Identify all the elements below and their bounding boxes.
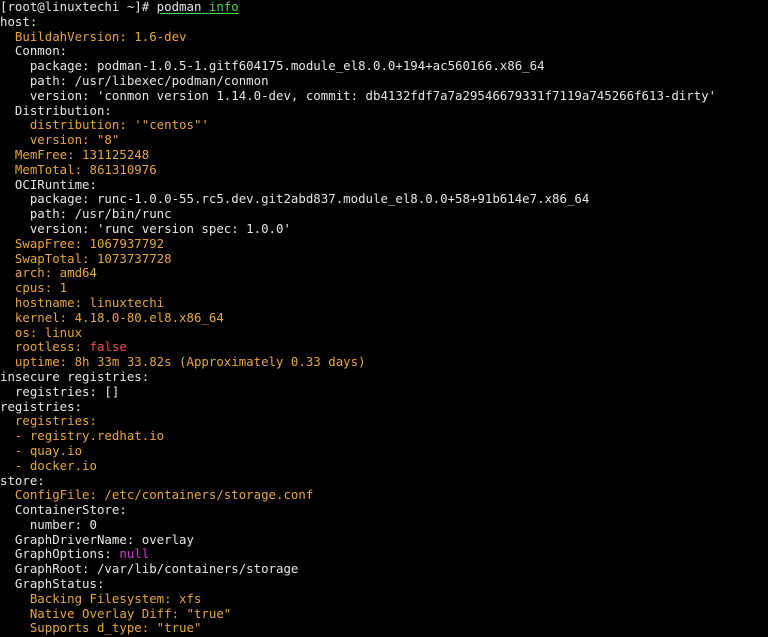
- output-line: SwapFree: 1067937792: [0, 237, 768, 252]
- output-line: package: podman-1.0.5-1.gitf604175.modul…: [0, 59, 768, 74]
- command-prompt-line: [root@linuxtechi ~]# podman info: [0, 0, 768, 15]
- output-text: GraphOptions:: [0, 547, 119, 561]
- command-text: info: [209, 0, 239, 14]
- output-line: GraphDriverName: overlay: [0, 533, 768, 548]
- output-text: registries:: [0, 414, 97, 428]
- output-text: package: podman-1.0.5-1.gitf604175.modul…: [0, 59, 545, 73]
- output-text: - quay.io: [0, 444, 82, 458]
- output-line: host:: [0, 15, 768, 30]
- output-text: store:: [0, 474, 45, 488]
- output-line: registries:: [0, 414, 768, 429]
- output-line: kernel: 4.18.0-80.el8.x86_64: [0, 311, 768, 326]
- output-text: cpus: 1: [0, 281, 67, 295]
- output-line: - docker.io: [0, 459, 768, 474]
- output-text: Conmon:: [0, 44, 67, 58]
- output-line: distribution: '"centos"': [0, 118, 768, 133]
- output-text: OCIRuntime:: [0, 178, 97, 192]
- output-text: Backing Filesystem: xfs: [0, 592, 201, 606]
- output-text: host:: [0, 15, 37, 29]
- output-line: Backing Filesystem: xfs: [0, 592, 768, 607]
- output-text: package: runc-1.0.0-55.rc5.dev.git2abd83…: [0, 192, 589, 206]
- output-line: GraphRoot: /var/lib/containers/storage: [0, 562, 768, 577]
- output-line: - registry.redhat.io: [0, 429, 768, 444]
- terminal-window[interactable]: [root@linuxtechi ~]# podman infohost: Bu…: [0, 0, 768, 637]
- output-line: OCIRuntime:: [0, 178, 768, 193]
- output-text: registries:: [0, 400, 82, 414]
- output-text: Distribution:: [0, 104, 112, 118]
- output-text: false: [90, 340, 127, 354]
- output-line: MemFree: 131125248: [0, 148, 768, 163]
- output-line: insecure registries:: [0, 370, 768, 385]
- output-text: GraphStatus:: [0, 577, 104, 591]
- output-line: Conmon:: [0, 44, 768, 59]
- output-text: BuildahVersion: 1.6-dev: [0, 30, 187, 44]
- output-line: ContainerStore:: [0, 503, 768, 518]
- output-text: rootless:: [0, 340, 90, 354]
- output-text: uptime: 8h 33m 33.82s (Approximately 0.3…: [0, 355, 366, 369]
- output-text: GraphDriverName: overlay: [0, 533, 194, 547]
- output-text: os: linux: [0, 326, 82, 340]
- output-text: SwapFree: 1067937792: [0, 237, 164, 251]
- output-line: SwapTotal: 1073737728: [0, 252, 768, 267]
- output-line: path: /usr/bin/runc: [0, 207, 768, 222]
- output-line: version: 'conmon version 1.14.0-dev, com…: [0, 89, 768, 104]
- shell-prompt: [root@linuxtechi ~]#: [0, 0, 157, 14]
- output-text: Native Overlay Diff: "true": [0, 607, 231, 621]
- output-line: - quay.io: [0, 444, 768, 459]
- output-line: Native Overlay Diff: "true": [0, 607, 768, 622]
- output-text: null: [119, 547, 149, 561]
- output-line: os: linux: [0, 326, 768, 341]
- output-text: path: /usr/libexec/podman/conmon: [0, 74, 269, 88]
- output-text: Supports d_type: "true": [0, 621, 201, 635]
- output-line: Distribution:: [0, 104, 768, 119]
- output-text: hostname: linuxtechi: [0, 296, 164, 310]
- output-text: version: "8": [0, 133, 119, 147]
- output-text: distribution: '"centos"': [0, 118, 209, 132]
- output-text: insecure registries:: [0, 370, 149, 384]
- output-line: hostname: linuxtechi: [0, 296, 768, 311]
- output-line: ConfigFile: /etc/containers/storage.conf: [0, 488, 768, 503]
- output-text: - registry.redhat.io: [0, 429, 164, 443]
- output-line: GraphOptions: null: [0, 547, 768, 562]
- output-line: number: 0: [0, 518, 768, 533]
- output-line: BuildahVersion: 1.6-dev: [0, 30, 768, 45]
- output-text: SwapTotal: 1073737728: [0, 252, 172, 266]
- output-line: MemTotal: 861310976: [0, 163, 768, 178]
- output-line: version: "8": [0, 133, 768, 148]
- output-line: path: /usr/libexec/podman/conmon: [0, 74, 768, 89]
- output-text: registries: []: [0, 385, 119, 399]
- output-line: uptime: 8h 33m 33.82s (Approximately 0.3…: [0, 355, 768, 370]
- output-line: version: 'runc version spec: 1.0.0': [0, 222, 768, 237]
- output-line: package: runc-1.0.0-55.rc5.dev.git2abd83…: [0, 192, 768, 207]
- output-text: MemTotal: 861310976: [0, 163, 157, 177]
- output-line: rootless: false: [0, 340, 768, 355]
- output-text: number: 0: [0, 518, 97, 532]
- output-line: registries:: [0, 400, 768, 415]
- output-line: cpus: 1: [0, 281, 768, 296]
- output-line: arch: amd64: [0, 266, 768, 281]
- output-text: GraphRoot: /var/lib/containers/storage: [0, 562, 298, 576]
- output-text: kernel: 4.18.0-80.el8.x86_64: [0, 311, 224, 325]
- output-text: version: 'conmon version 1.14.0-dev, com…: [0, 89, 716, 103]
- output-line: store:: [0, 474, 768, 489]
- command-text: podman: [157, 0, 209, 14]
- output-text: version: 'runc version spec: 1.0.0': [0, 222, 291, 236]
- output-text: MemFree: 131125248: [0, 148, 149, 162]
- output-text: - docker.io: [0, 459, 97, 473]
- output-line: registries: []: [0, 385, 768, 400]
- output-line: GraphStatus:: [0, 577, 768, 592]
- output-line: Supports d_type: "true": [0, 621, 768, 636]
- output-text: arch: amd64: [0, 266, 97, 280]
- output-text: ConfigFile: /etc/containers/storage.conf: [0, 488, 313, 502]
- output-text: path: /usr/bin/runc: [0, 207, 172, 221]
- output-text: ContainerStore:: [0, 503, 127, 517]
